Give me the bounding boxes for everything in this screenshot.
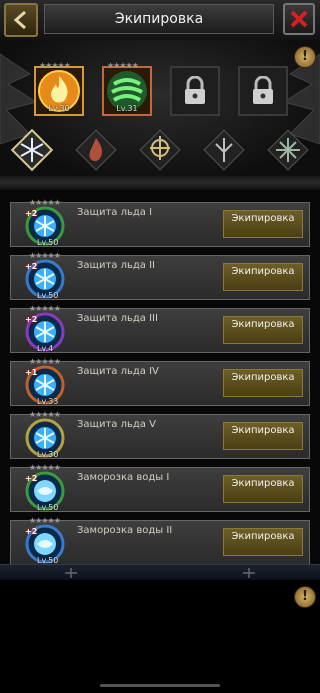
fire-element-tab-icon[interactable] <box>74 128 118 172</box>
bottom-strip <box>0 564 320 581</box>
bottom-area <box>0 580 320 693</box>
skill-row[interactable]: ★★★★★ +2 Lv.4 Защита льда III Экипировка <box>10 304 310 353</box>
home-indicator <box>100 684 220 687</box>
skill-level: Lv.33 <box>37 397 59 406</box>
info-button[interactable]: ! <box>294 586 316 608</box>
close-button[interactable] <box>283 3 315 35</box>
equip-button[interactable]: Экипировка <box>223 210 303 238</box>
equip-button[interactable]: Экипировка <box>223 316 303 344</box>
star-element-tab-icon[interactable] <box>266 128 310 172</box>
skill-row[interactable]: ★★★★★ +2 Lv.50 Защита льда I Экипировка <box>10 198 310 247</box>
skill-level: Lv.4 <box>37 344 54 353</box>
equip-button[interactable]: Экипировка <box>223 369 303 397</box>
title-plate: Экипировка <box>44 4 274 34</box>
equip-button[interactable]: Экипировка <box>223 528 303 556</box>
skill-row[interactable]: ★★★★★ +2 Lv.50 Заморозка воды I Экипиров… <box>10 463 310 512</box>
padlock-icon <box>253 76 273 104</box>
skill-name: Защита льда V <box>77 419 156 430</box>
skill-plus: +2 <box>25 527 38 536</box>
skill-plus: +2 <box>25 262 38 271</box>
skill-level: Lv.50 <box>37 291 59 300</box>
equipment-panel: ! ★★★★★ Lv.30 ★★★★★ Lv.31 <box>0 40 320 180</box>
skill-name: Защита льда II <box>77 260 155 271</box>
section-divider <box>0 176 320 190</box>
info-button[interactable]: ! <box>294 46 316 68</box>
slot-stars: ★★★★★ <box>107 61 139 70</box>
skill-list: ★★★★★ +2 Lv.50 Защита льда I Экипировка … <box>0 190 320 565</box>
skill-row[interactable]: ★★★★★ +2 Lv.50 Заморозка воды II Экипиро… <box>10 516 310 565</box>
skill-name: Заморозка воды I <box>77 472 170 483</box>
close-icon <box>290 10 308 28</box>
equipment-slot-locked <box>170 66 220 116</box>
back-button[interactable] <box>4 3 38 37</box>
skill-name: Заморозка воды II <box>77 525 173 536</box>
equipment-slot-locked <box>238 66 288 116</box>
ornament-icon <box>65 568 77 578</box>
equipment-slot-fire[interactable]: ★★★★★ Lv.30 <box>34 61 84 116</box>
skill-level: Lv.50 <box>37 503 59 512</box>
skill-name: Защита льда IV <box>77 366 159 377</box>
equip-button[interactable]: Экипировка <box>223 263 303 291</box>
skill-level: Lv.50 <box>37 238 59 247</box>
skill-name: Защита льда I <box>77 207 153 218</box>
nature-element-tab-icon[interactable] <box>202 128 246 172</box>
skill-plus: +1 <box>25 368 38 377</box>
skill-plus: +2 <box>25 474 38 483</box>
page-title: Экипировка <box>114 11 204 27</box>
slot-level: Lv.31 <box>116 104 138 113</box>
ornament-icon <box>243 568 255 578</box>
equip-button[interactable]: Экипировка <box>223 422 303 450</box>
skill-plus: +2 <box>25 209 38 218</box>
padlock-icon <box>185 76 205 104</box>
skill-name: Защита льда III <box>77 313 158 324</box>
skill-level: Lv.30 <box>37 450 59 459</box>
equipment-slot-wind[interactable]: ★★★★★ Lv.31 <box>102 61 152 116</box>
back-arrow-icon <box>13 10 26 30</box>
slot-level: Lv.30 <box>48 104 70 113</box>
equip-button[interactable]: Экипировка <box>223 475 303 503</box>
skill-row[interactable]: ★★★★★ +2 Lv.50 Защита льда II Экипировка <box>10 251 310 300</box>
light-element-tab-icon[interactable] <box>138 128 182 172</box>
skill-row[interactable]: ★★★★★ Lv.30 Защита льда V Экипировка <box>10 410 310 459</box>
skill-row[interactable]: ★★★★★ +1 Lv.33 Защита льда IV Экипировка <box>10 357 310 406</box>
top-bar: Экипировка <box>0 0 320 41</box>
ice-element-tab-icon[interactable] <box>10 128 54 172</box>
skill-plus: +2 <box>25 315 38 324</box>
slot-stars: ★★★★★ <box>39 61 71 70</box>
